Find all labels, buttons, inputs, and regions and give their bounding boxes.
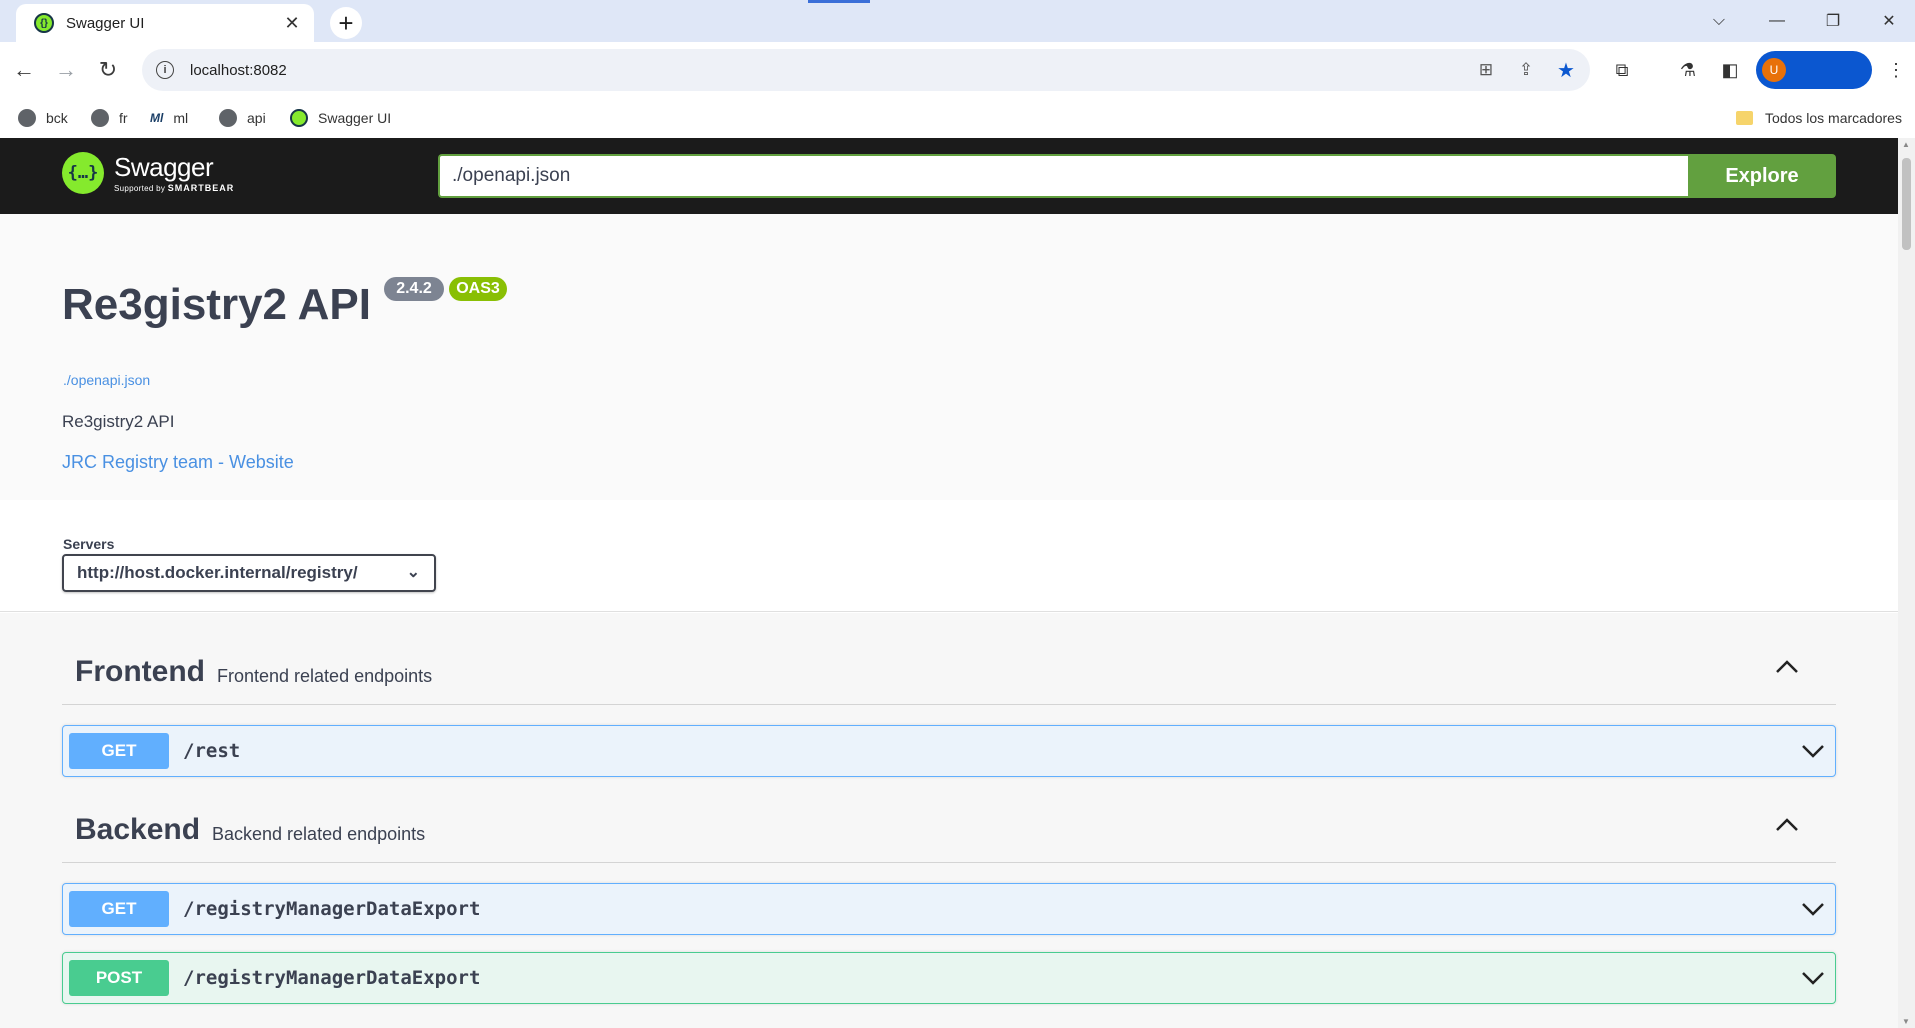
- bookmark-label: fr: [119, 110, 128, 126]
- chevron-down-icon: ⌄: [406, 564, 420, 581]
- bookmark-label: Swagger UI: [318, 110, 392, 126]
- reload-icon[interactable]: ↻: [92, 54, 124, 86]
- swagger-topbar: {…} Swagger Supported by SMARTBEAR ./ope…: [0, 138, 1898, 214]
- version-badge: 2.4.2: [384, 277, 444, 301]
- ml-logo-icon: Ml: [150, 111, 164, 125]
- tag-description: Frontend related endpoints: [217, 666, 433, 686]
- operation-path: /registryManagerDataExport: [183, 898, 481, 920]
- method-badge: POST: [69, 960, 169, 996]
- translate-icon[interactable]: ⊞: [1474, 58, 1498, 82]
- bookmarks-bar: bck fr Ml ml api Swagger UI Todos los ma…: [0, 98, 1915, 138]
- globe-icon: [219, 109, 237, 127]
- browser-tab-swagger[interactable]: {} Swagger UI ✕: [16, 4, 314, 42]
- bookmark-star-icon[interactable]: ★: [1554, 58, 1578, 82]
- restore-icon[interactable]: ❐: [1818, 6, 1848, 36]
- swagger-brand-text: Swagger: [114, 151, 214, 182]
- operations-section: Frontend Frontend related endpoints GET …: [0, 613, 1898, 1028]
- operation-get-registry-manager-data-export[interactable]: GET /registryManagerDataExport: [62, 883, 1836, 935]
- forward-icon[interactable]: →: [50, 54, 82, 86]
- bookmarks-folder-label: Todos los marcadores: [1765, 110, 1902, 126]
- tag-description: Backend related endpoints: [212, 824, 426, 844]
- api-info-section: Re3gistry2 API 2.4.2 OAS3 ./openapi.json…: [0, 214, 1898, 500]
- swagger-favicon-icon: {}: [34, 13, 54, 33]
- bookmark-fr[interactable]: fr: [91, 106, 128, 130]
- servers-label: Servers: [63, 536, 115, 552]
- oas-badge: OAS3: [449, 277, 507, 301]
- bookmark-api[interactable]: api: [219, 106, 266, 130]
- spec-url-input[interactable]: ./openapi.json: [438, 154, 1688, 198]
- logo-sub-brand: SMARTBEAR: [167, 182, 235, 193]
- servers-select[interactable]: http://host.docker.internal/registry/ ⌄: [62, 554, 436, 592]
- operation-post-registry-manager-data-export[interactable]: POST /registryManagerDataExport: [62, 952, 1836, 1004]
- logo-sub-text: Supported by: [114, 183, 166, 193]
- tab-title: Swagger UI: [66, 14, 145, 32]
- swagger-logo[interactable]: {…} Swagger Supported by SMARTBEAR: [62, 152, 234, 194]
- tag-name: Backend: [75, 813, 201, 846]
- site-info-icon[interactable]: i: [156, 61, 174, 79]
- tag-name: Frontend: [75, 655, 205, 688]
- bookmark-ml[interactable]: Ml ml: [150, 106, 188, 130]
- avatar: U: [1762, 58, 1786, 82]
- share-icon[interactable]: ⇪: [1514, 58, 1538, 82]
- swagger-logo-icon: {…}: [62, 152, 104, 194]
- chevron-up-icon[interactable]: [1772, 813, 1802, 837]
- method-badge: GET: [69, 891, 169, 927]
- new-tab-button[interactable]: +: [330, 7, 362, 39]
- chevron-down-icon[interactable]: [1799, 898, 1827, 920]
- close-tab-icon[interactable]: ✕: [280, 13, 304, 34]
- profile-button[interactable]: U: [1756, 51, 1872, 89]
- bookmark-label: ml: [173, 110, 189, 126]
- spec-url-link[interactable]: ./openapi.json: [63, 372, 150, 388]
- tab-search-icon[interactable]: ⌵: [1704, 6, 1734, 36]
- back-icon[interactable]: ←: [8, 54, 40, 86]
- bookmark-label: bck: [46, 110, 68, 126]
- page-scrollbar[interactable]: ▲ ▼: [1898, 138, 1915, 1028]
- globe-icon: [18, 109, 36, 127]
- operation-path: /rest: [183, 740, 241, 762]
- swagger-favicon-icon: [290, 109, 308, 127]
- scrollbar-thumb[interactable]: [1902, 158, 1911, 250]
- api-description: Re3gistry2 API: [62, 412, 175, 431]
- bookmark-swagger-ui[interactable]: Swagger UI: [290, 106, 391, 130]
- bookmark-bck[interactable]: bck: [18, 106, 68, 130]
- labs-flask-icon[interactable]: ⚗: [1672, 54, 1704, 86]
- address-url[interactable]: localhost:8082: [190, 62, 287, 79]
- scroll-up-arrow-icon[interactable]: ▲: [1902, 140, 1910, 149]
- explore-button[interactable]: Explore: [1688, 154, 1836, 198]
- chevron-down-icon[interactable]: [1799, 740, 1827, 762]
- operation-get-rest[interactable]: GET /rest: [62, 725, 1836, 777]
- servers-section: Servers http://host.docker.internal/regi…: [0, 500, 1898, 612]
- scroll-down-arrow-icon[interactable]: ▼: [1902, 1017, 1910, 1026]
- side-panel-icon[interactable]: ◧: [1714, 54, 1746, 86]
- window-close-icon[interactable]: ✕: [1874, 6, 1904, 36]
- tag-header-frontend[interactable]: Frontend Frontend related endpoints: [62, 633, 1836, 705]
- operation-path: /registryManagerDataExport: [183, 967, 481, 989]
- browser-tab-strip: {} Swagger UI ✕ + ⌵ — ❐ ✕: [0, 0, 1915, 42]
- browser-toolbar: ← → ↻ i localhost:8082 ⊞ ⇪ ★ ⧉ ⚗ ◧ U ⋮: [0, 42, 1915, 98]
- contact-link[interactable]: JRC Registry team - Website: [62, 452, 294, 473]
- bookmarks-folder[interactable]: Todos los marcadores: [1736, 106, 1902, 130]
- address-bar[interactable]: i localhost:8082: [142, 49, 1590, 91]
- extensions-icon[interactable]: ⧉: [1606, 54, 1638, 86]
- api-title: Re3gistry2 API: [62, 280, 371, 329]
- chevron-up-icon[interactable]: [1772, 655, 1802, 679]
- servers-selected-value: http://host.docker.internal/registry/: [77, 563, 358, 582]
- tab-strip-accent: [808, 0, 870, 3]
- folder-icon: [1736, 111, 1753, 125]
- minimize-icon[interactable]: —: [1762, 6, 1792, 36]
- bookmark-label: api: [247, 110, 266, 126]
- chevron-down-icon[interactable]: [1799, 967, 1827, 989]
- method-badge: GET: [69, 733, 169, 769]
- menu-kebab-icon[interactable]: ⋮: [1880, 54, 1912, 86]
- tag-header-backend[interactable]: Backend Backend related endpoints: [62, 791, 1836, 863]
- page-viewport: {…} Swagger Supported by SMARTBEAR ./ope…: [0, 138, 1915, 1028]
- globe-icon: [91, 109, 109, 127]
